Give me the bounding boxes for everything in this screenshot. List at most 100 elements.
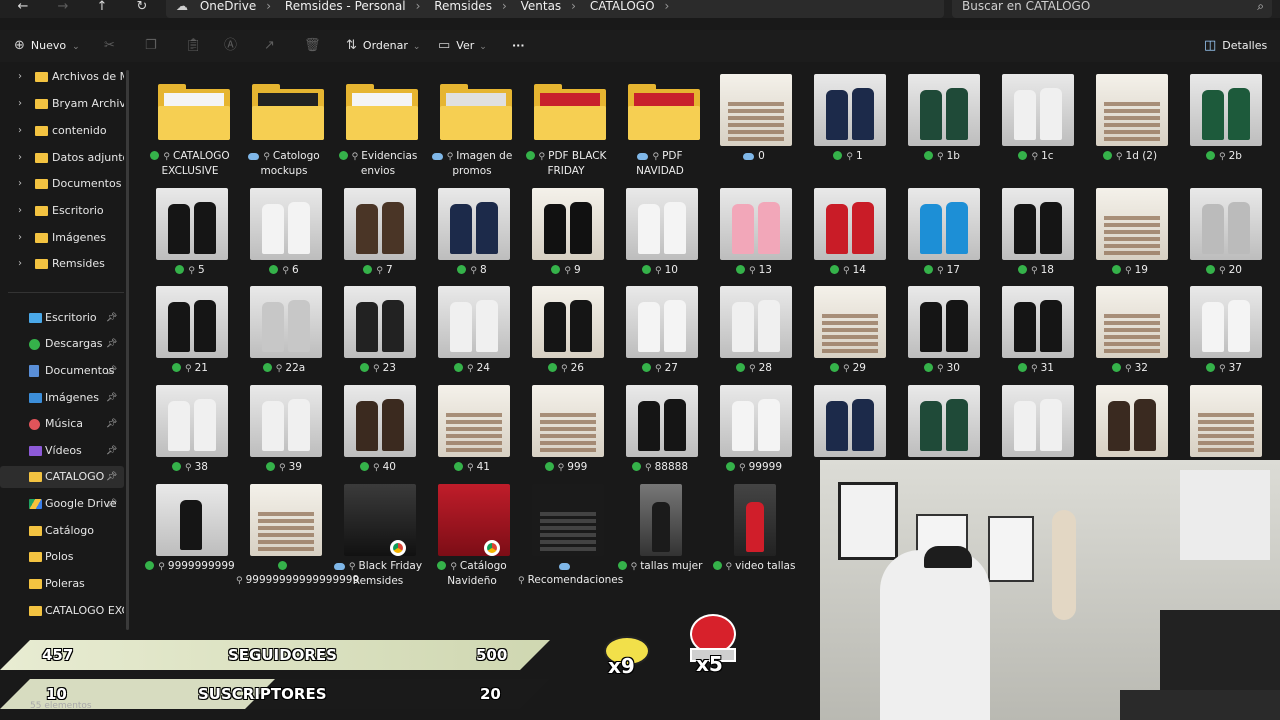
new-button[interactable]: ⊕ Nuevo ⌄ [14,37,80,55]
sidebar-item-datos-adjuntos[interactable]: › Datos adjuntos [0,147,124,169]
details-button[interactable]: ◫ Detalles [1204,37,1267,55]
file-item[interactable]: ⚲ 99999 [706,381,802,481]
file-item[interactable]: ⚲ 1b [894,70,990,170]
file-item[interactable]: ⚲ 31 [988,282,1084,382]
sidebar-item-escritorio-quick[interactable]: Escritorio 📌︎ [0,307,124,329]
file-item[interactable]: ⚲ 8 [424,184,520,284]
folder-item[interactable]: ⚲ Imagen de promos [424,70,520,177]
pdf-thumbnail [438,484,510,556]
paste-icon[interactable]: 📋︎ [185,37,202,55]
file-item[interactable]: ⚲ 13 [706,184,802,284]
file-item[interactable]: ⚲ 1d (2) [1082,70,1178,170]
breadcrumb-remsides-personal[interactable]: Remsides - Personal [285,0,406,13]
file-item[interactable]: ⚲ 10 [612,184,708,284]
file-item[interactable]: ⚲ 6 [236,184,332,284]
file-item[interactable]: ⚲ 2b [1176,70,1272,170]
file-item[interactable]: ⚲ 1c [988,70,1084,170]
sidebar-item-documentos-quick[interactable]: Documentos 📌︎ [0,360,124,382]
file-item[interactable]: ⚲ Catálogo Navideño [424,480,520,587]
file-item[interactable]: ⚲ 41 [424,381,520,481]
sidebar-item-catalogo-2[interactable]: Catálogo [0,520,124,542]
file-item[interactable]: ⚲ 14 [800,184,896,284]
forward-arrow-icon[interactable]: → [52,0,74,18]
file-item[interactable]: ⚲ 999 [518,381,614,481]
file-item[interactable]: ⚲ Black Friday Remsides [330,480,426,587]
file-item[interactable]: ⚲ 24 [424,282,520,382]
file-item[interactable]: ⚲ 17 [894,184,990,284]
sidebar-item-imagenes-quick[interactable]: Imágenes 📌︎ [0,387,124,409]
file-item[interactable]: ⚲ 9999999999 [142,480,238,580]
file-item[interactable]: ⚲ 19 [1082,184,1178,284]
file-item[interactable]: 0 [706,70,802,170]
folder-item[interactable]: ⚲ PDF NAVIDAD [612,70,708,177]
file-name: ⚲ Black Friday Remsides [330,560,426,588]
sidebar-item-catalogo-excl[interactable]: CATALOGO EXCL [0,600,124,622]
copy-icon[interactable]: ❐ [145,37,157,55]
view-button[interactable]: ▭ Ver ⌄ [438,37,487,55]
file-item[interactable]: ⚲ 22a [236,282,332,382]
folder-item[interactable]: ⚲ PDF BLACK FRIDAY [518,70,614,177]
sidebar-item-google-drive[interactable]: Google Drive 📌︎ [0,493,124,515]
file-item[interactable]: ⚲ video tallas [706,480,802,580]
file-item[interactable]: ⚲ 1 [800,70,896,170]
chevron-right-icon: › [571,0,576,13]
file-item[interactable]: ⚲ 39 [236,381,332,481]
file-item[interactable]: ⚲ 29 [800,282,896,382]
sidebar-scrollbar[interactable] [126,70,129,630]
synced-status-icon [363,265,373,274]
folder-item[interactable]: ⚲ Evidencias envios [330,70,426,177]
share-icon[interactable]: ↗ [264,37,275,55]
file-item[interactable]: ⚲ 26 [518,282,614,382]
file-item[interactable]: ⚲ 18 [988,184,1084,284]
sidebar-item-catalogo-selected[interactable]: CATALOGO 📌︎ [0,466,124,488]
delete-icon[interactable]: 🗑︎ [304,37,321,55]
sidebar-item-descargas[interactable]: Descargas 📌︎ [0,333,124,355]
sidebar-item-remsides[interactable]: › Remsides [0,253,124,275]
sidebar-item-contenido[interactable]: › contenido [0,120,124,142]
file-item[interactable]: ⚲ 7 [330,184,426,284]
refresh-icon[interactable]: ↻ [131,0,153,18]
file-item[interactable]: ⚲ 21 [142,282,238,382]
file-item[interactable]: ⚲ 40 [330,381,426,481]
sidebar-item-bryam-archivos[interactable]: › Bryam Archivos [0,93,124,115]
breadcrumb-remsides[interactable]: Remsides [434,0,492,13]
file-item[interactable]: ⚲ 20 [1176,184,1272,284]
file-item[interactable]: ⚲ 37 [1176,282,1272,382]
file-name: ⚲ 18 [988,264,1084,279]
file-item[interactable]: ⚲ 28 [706,282,802,382]
sidebar-item-musica[interactable]: Música 📌︎ [0,413,124,435]
file-item[interactable]: ⚲ 32 [1082,282,1178,382]
back-arrow-icon[interactable]: ← [12,0,34,18]
up-arrow-icon[interactable]: ↑ [91,0,113,18]
search-input[interactable]: Buscar en CATALOGO ⌕ [952,0,1272,18]
sidebar-item-polos[interactable]: Polos [0,546,124,568]
breadcrumb-catalogo[interactable]: CATALOGO [590,0,655,13]
file-name-text: 31 [1040,362,1054,374]
file-item[interactable]: ⚲ 30 [894,282,990,382]
breadcrumb-ventas[interactable]: Ventas [521,0,562,13]
file-item[interactable]: ⚲ 99999999999999999 [236,480,359,586]
file-item[interactable]: ⚲ 88888 [612,381,708,481]
folder-item[interactable]: ⚲ Catologo mockups [236,70,332,177]
folder-item[interactable]: ⚲ CATALOGO EXCLUSIVE [142,70,238,177]
file-item[interactable]: ⚲ 23 [330,282,426,382]
address-bar[interactable]: ☁ OneDrive › Remsides - Personal › Remside… [166,0,944,18]
sidebar-item-poleras[interactable]: Poleras [0,573,124,595]
sidebar-item-imagenes[interactable]: › Imágenes [0,227,124,249]
sidebar-item-videos[interactable]: Vídeos 📌︎ [0,440,124,462]
file-item[interactable]: ⚲ 38 [142,381,238,481]
file-item[interactable]: ⚲ 9 [518,184,614,284]
file-item[interactable]: ⚲ tallas mujer [612,480,708,580]
file-item[interactable]: ⚲ 27 [612,282,708,382]
synced-status-icon [548,363,558,372]
rename-icon[interactable]: Ⓐ [224,37,237,55]
file-item[interactable]: ⚲ 5 [142,184,238,284]
cut-icon[interactable]: ✂ [104,37,115,55]
more-options-button[interactable]: ··· [512,37,525,55]
file-item[interactable]: ⚲ Recomendaciones [518,480,623,586]
sort-button[interactable]: ⇅ Ordenar ⌄ [346,37,420,55]
breadcrumb-onedrive[interactable]: OneDrive [200,0,256,13]
sidebar-item-escritorio[interactable]: › Escritorio [0,200,124,222]
sidebar-item-archivos-de-mic[interactable]: › Archivos de Mic [0,66,124,88]
sidebar-item-documentos[interactable]: › Documentos [0,173,124,195]
